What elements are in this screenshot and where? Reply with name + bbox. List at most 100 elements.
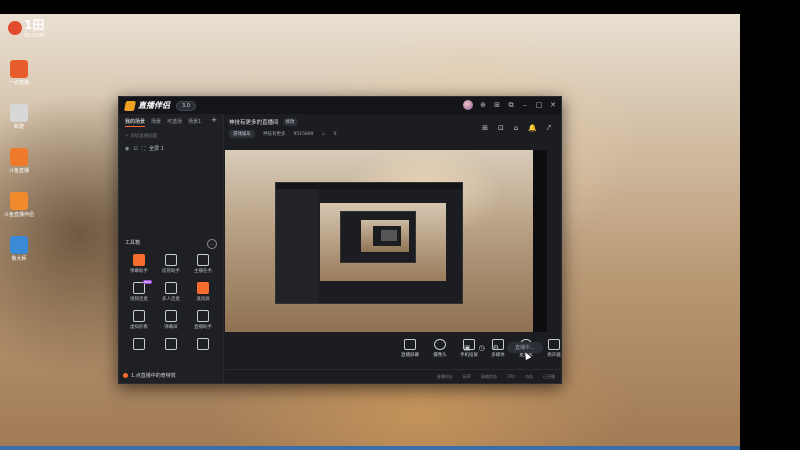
tool-icon xyxy=(133,254,145,266)
add-source-button[interactable]: + 添加直播画面 xyxy=(125,133,217,139)
app-window: 直播伴侣 3.0 ⊕ ⊞ ⧉ – □ ✕ 我的场景 场景 可选场 场景1 + + 添加直播画面 ◉… xyxy=(118,96,562,384)
add-scene-icon[interactable]: + xyxy=(211,117,217,127)
scene-item-label: 全屏 1 xyxy=(149,146,164,152)
tool-icon xyxy=(133,338,145,350)
app-icon xyxy=(10,104,28,122)
share-icon[interactable]: ⤤ xyxy=(547,124,551,133)
lock-icon[interactable]: ⊡ xyxy=(498,124,504,133)
likes-icon: ♨ xyxy=(321,131,326,137)
layout-icon[interactable]: ⊞ xyxy=(482,124,488,133)
add-icon[interactable]: ⊕ xyxy=(479,101,487,109)
tool-icon xyxy=(197,254,209,266)
desktop-icon[interactable]: 鲁大师 xyxy=(4,236,34,262)
tool-icon xyxy=(197,310,209,322)
tool-item[interactable]: 虚拟形象 xyxy=(123,310,155,330)
room-info: 神技有更多的直播间 修改 游戏娱乐 神技有更多 9515899 ♨ 0 ⊞ ⊡ ⌂ 🔔… xyxy=(225,114,561,144)
app-name: 直播伴侣 xyxy=(138,101,170,110)
tool-item[interactable] xyxy=(155,338,187,352)
lock-icon[interactable]: ⊡ xyxy=(133,146,137,152)
edit-title-button[interactable]: 修改 xyxy=(282,118,298,126)
tool-icon xyxy=(165,310,177,322)
logo-icon xyxy=(8,20,22,35)
window-controls: ⊕ ⊞ ⧉ – □ ✕ xyxy=(463,100,557,110)
settings-icon[interactable]: ⚙ xyxy=(493,344,499,352)
speaker-button[interactable]: 扬声器 xyxy=(539,339,569,358)
bell-icon[interactable]: 🔔 xyxy=(528,124,537,133)
toolbox-header: 工具箱 … xyxy=(125,239,217,249)
room-label: 神技有更多 xyxy=(263,132,286,137)
home-icon[interactable]: ⌂ xyxy=(514,124,518,133)
desktop-icon[interactable]: 新建 xyxy=(4,104,34,130)
close-icon[interactable]: ✕ xyxy=(549,101,557,109)
tool-item[interactable]: 道具屏 xyxy=(187,282,219,302)
tool-item[interactable]: 房管助手 xyxy=(155,254,187,274)
live-controls: ▣ ◷ ⚙ 直播中... xyxy=(464,342,543,353)
tool-item[interactable]: 主播任务 xyxy=(187,254,219,274)
tool-item[interactable]: 直播助手 xyxy=(187,310,219,330)
bottom-tool[interactable]: 摄像头 xyxy=(425,339,455,358)
timer-icon[interactable]: ◷ xyxy=(479,344,485,352)
tool-item[interactable]: 弹幕屏 xyxy=(155,310,187,330)
preview-nested-window xyxy=(275,182,463,304)
tool-icon xyxy=(197,338,209,350)
version-badge[interactable]: 3.0 xyxy=(176,100,196,111)
room-actions: ⊞ ⊡ ⌂ 🔔 ⤤ xyxy=(482,124,551,133)
tool-item[interactable]: NEW 视频连麦 xyxy=(123,280,155,302)
eye-icon[interactable]: ◉ xyxy=(125,146,129,152)
taskbar xyxy=(0,446,740,450)
left-panel: 我的场景 场景 可选场 场景1 + + 添加直播画面 ◉ ⊡ ⛶ 全屏 1 工具箱 … … xyxy=(119,114,224,383)
more-icon[interactable]: … xyxy=(207,239,217,249)
scene-item[interactable]: ◉ ⊡ ⛶ 全屏 1 xyxy=(125,145,217,153)
tool-icon xyxy=(165,254,177,266)
status-item: 网络状态 xyxy=(480,373,497,379)
desktop-icon[interactable]: 斗鱼直播 xyxy=(4,148,34,174)
minimize-icon[interactable]: – xyxy=(521,101,529,109)
left-footer-text: 1.点直播中的奇特效 xyxy=(131,373,176,379)
category-button[interactable]: 游戏娱乐 xyxy=(229,130,255,138)
new-badge: NEW xyxy=(142,280,152,284)
scene-tab[interactable]: 场景1 xyxy=(188,118,201,127)
tool-grid: 弹幕助手 房管助手 主播任务 NEW 视频连麦 多人连麦 道具屏虚拟形象 弹幕屏 直播助手 xyxy=(123,254,219,352)
restore-icon[interactable]: ⧉ xyxy=(507,101,515,110)
scene-tab[interactable]: 场景 xyxy=(151,118,161,127)
live-preview[interactable] xyxy=(225,150,533,332)
scene-tabs: 我的场景 场景 可选场 场景1 + xyxy=(119,114,223,127)
app-logo-icon xyxy=(123,100,137,111)
desktop-icon[interactable]: 斗鱼直播伴侣 xyxy=(4,192,34,218)
status-item: 直播时长 xyxy=(436,373,453,379)
app-icon xyxy=(10,236,28,254)
tool-icon xyxy=(165,282,177,294)
tool-item[interactable] xyxy=(123,338,155,352)
maximize-icon[interactable]: □ xyxy=(535,101,543,109)
app-icon xyxy=(10,192,28,210)
fullscreen-icon: ⛶ xyxy=(141,145,146,152)
status-item: CPU xyxy=(506,374,515,379)
tool-icon xyxy=(165,338,177,350)
tool-item[interactable]: 弹幕助手 xyxy=(123,254,155,274)
tool-icon xyxy=(197,282,209,294)
status-item: 内存 xyxy=(525,373,533,379)
grid-icon[interactable]: ⊞ xyxy=(493,101,501,109)
record-icon[interactable]: ▣ xyxy=(464,344,471,352)
preview-right-bar xyxy=(533,150,547,332)
room-id: 9515899 xyxy=(293,131,314,137)
avatar[interactable] xyxy=(463,100,473,110)
scene-tab[interactable]: 我的场景 xyxy=(125,118,146,127)
status-item: 已开播 xyxy=(543,373,555,379)
bottom-tool[interactable]: 直播屏幕 xyxy=(395,339,425,358)
room-title[interactable]: 神技有更多的直播间 xyxy=(229,118,279,126)
scene-tab[interactable]: 可选场 xyxy=(167,118,182,127)
status-item: 码率 xyxy=(462,373,471,379)
desktop-logo: 1田 YU.COM xyxy=(8,16,44,39)
hint-icon xyxy=(123,373,128,378)
app-logo: 直播伴侣 xyxy=(123,100,170,111)
status-bar: 直播时长 码率 网络状态 CPU 内存 已开播 xyxy=(225,369,561,383)
tool-icon xyxy=(133,310,145,322)
speaker-icon xyxy=(548,339,560,350)
tool-item[interactable]: 多人连麦 xyxy=(155,282,187,302)
screen-border xyxy=(740,0,800,450)
desktop-icon[interactable]: 一点直播 xyxy=(4,60,34,86)
left-footer[interactable]: 1.点直播中的奇特效 xyxy=(123,372,176,379)
tool-item[interactable] xyxy=(187,338,219,352)
app-icon xyxy=(10,148,28,166)
